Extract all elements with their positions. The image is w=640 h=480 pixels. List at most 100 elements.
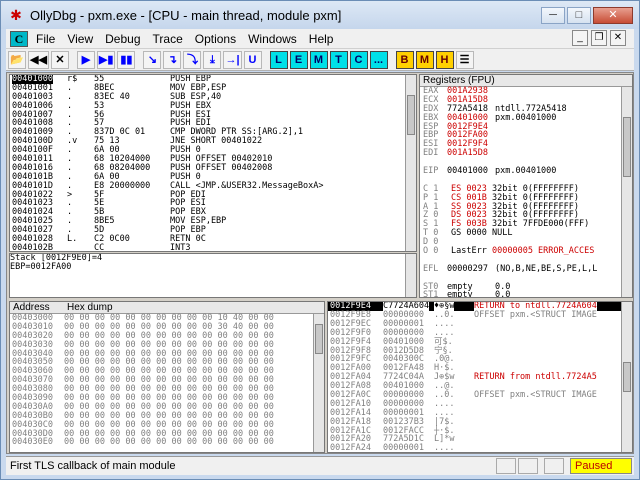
cpu-window: 00401000 r$ 55 PUSH EBP 00401001. 8BEC MOV EBP…: [6, 72, 634, 454]
threads-window-button[interactable]: T: [329, 50, 348, 69]
log-window-button[interactable]: L: [269, 50, 288, 69]
disasm-row[interactable]: 0040102B CC INT3: [10, 242, 416, 252]
execute-till-user-icon[interactable]: U: [243, 50, 262, 69]
register-row[interactable]: ST1 empty 0.0: [420, 290, 632, 298]
register-name: ST1: [423, 290, 439, 298]
disasm-mark: L.: [67, 234, 78, 245]
terminate-icon[interactable]: ✕: [50, 50, 69, 69]
menu-debug[interactable]: Debug: [105, 32, 140, 46]
register-row[interactable]: EDI 001A15D8: [420, 149, 632, 158]
stack-row[interactable]: 0012F9FC 0040300C .0@.: [328, 355, 632, 364]
menu-help[interactable]: Help: [309, 32, 334, 46]
menu-bar: C File View Debug Trace Options Windows …: [6, 29, 634, 49]
registers-pane[interactable]: Registers (FPU) EAX 001A2938 ECX 001A15D8 ED…: [419, 74, 633, 298]
stack-scrollbar[interactable]: [621, 302, 632, 452]
pause-icon[interactable]: ▮▮: [117, 50, 136, 69]
menu-windows[interactable]: Windows: [248, 32, 297, 46]
minimize-button[interactable]: ─: [541, 7, 565, 24]
info-line-ebp: EBP=0012FA00: [10, 261, 72, 272]
disassembly-pane[interactable]: 00401000 r$ 55 PUSH EBP 00401001. 8BEC MOV EBP…: [9, 74, 417, 252]
stack-row[interactable]: 0012F9F8 0012D5D8 宁§.: [328, 346, 632, 356]
stack-row[interactable]: 0012FA18 001237B3 |7$.: [328, 417, 632, 427]
mdi-restore-button[interactable]: ❐: [591, 30, 607, 46]
stack-row[interactable]: 0012F9EC 00000001....: [328, 319, 632, 329]
stack-row[interactable]: 0012F9F4 00401000 可$.: [328, 337, 632, 347]
info-scrollbar[interactable]: [405, 254, 416, 297]
memory-breakpoints-button[interactable]: M: [415, 50, 434, 69]
animate-over-icon[interactable]: ⤓: [203, 50, 222, 69]
animate-into-icon[interactable]: ⤵: [183, 50, 202, 69]
stack-pane[interactable]: 0012F9E4 C7724A604 ♦⊕§w RETURN to ntdll.…: [327, 301, 633, 453]
register-row[interactable]: EIP 00401000 pxm.00401000: [420, 167, 632, 176]
registers-header[interactable]: Registers (FPU): [420, 75, 495, 86]
cpu-window-icon[interactable]: C: [10, 30, 28, 47]
step-over-icon[interactable]: ↴: [163, 50, 182, 69]
maximize-button[interactable]: □: [567, 7, 591, 24]
memory-window-button[interactable]: M: [309, 50, 328, 69]
disasm-row[interactable]: 00401028 L. C2 0C00 RETN 0C: [10, 235, 416, 244]
register-comment: pxm.00401000: [495, 112, 557, 123]
register-name: EDI: [423, 148, 439, 159]
execute-till-return-icon[interactable]: →|: [223, 50, 242, 69]
disasm-address[interactable]: 0040102B: [12, 244, 53, 251]
dump-row[interactable]: 004030E0 00 00 00 00 00 00 00 00 00 00 00…: [10, 438, 324, 447]
open-file-icon[interactable]: 📂: [8, 50, 26, 69]
register-value[interactable]: GS 0000: [451, 229, 487, 238]
breakpoints-button[interactable]: B: [395, 50, 414, 69]
more-windows-button[interactable]: ...: [369, 50, 388, 69]
register-value[interactable]: 00000297: [447, 264, 488, 274]
modules-window-button[interactable]: E: [289, 50, 308, 69]
ollydbg-window: ✱ OllyDbg - pxm.exe - [CPU - main thread…: [0, 0, 640, 480]
register-value[interactable]: LastErr: [451, 247, 487, 256]
register-value[interactable]: 00401000: [447, 167, 488, 176]
dump-scrollbar[interactable]: [313, 314, 324, 452]
toolbar: 📂 ◀◀ ✕ ▶ ▶▮ ▮▮ ↘ ↴ ⤵ ⤓ →| U L E M T C ..…: [6, 49, 634, 71]
stack-row[interactable]: 0012FA0C 00000000 ..0. OFFSET pxm.<STRUCT I…: [328, 391, 632, 400]
title-bar[interactable]: ✱ OllyDbg - pxm.exe - [CPU - main thread…: [1, 1, 639, 29]
disassembly-scrollbar[interactable]: [405, 75, 416, 251]
list-icon[interactable]: ☰: [455, 50, 474, 69]
register-row[interactable]: T 0 GS 0000 NULL: [420, 229, 632, 238]
mdi-minimize-button[interactable]: _: [572, 30, 588, 46]
menu-options[interactable]: Options: [195, 32, 236, 46]
menu-view[interactable]: View: [67, 32, 93, 46]
stack-comment: RETURN from ntdll.7724A5: [474, 372, 597, 383]
restart-icon[interactable]: ◀◀: [28, 50, 49, 69]
dump-pane[interactable]: Address Hex dump 00403000 00 00 00 00 00 …: [9, 301, 325, 453]
register-row[interactable]: O 0 LastErr 00000005 ERROR_ACCES: [420, 247, 632, 256]
stack-row[interactable]: 0012FA14 00000001....: [328, 408, 632, 418]
dump-address[interactable]: 004030E0: [12, 438, 53, 447]
step-into-icon[interactable]: ↘: [143, 50, 162, 69]
cpu-window-button[interactable]: C: [349, 50, 368, 69]
stack-value: 00000001: [383, 443, 424, 453]
stack-row[interactable]: 0012FA10 00000000....: [328, 400, 632, 409]
register-value[interactable]: 001A15D8: [447, 149, 488, 158]
menu-trace[interactable]: Trace: [153, 32, 183, 46]
status-message: First TLS callback of main module: [10, 460, 176, 472]
menu-file[interactable]: File: [36, 32, 55, 46]
window-title: OllyDbg - pxm.exe - [CPU - main thread, …: [30, 7, 342, 23]
debugger-state-badge: Paused: [570, 458, 632, 474]
stack-row[interactable]: 0012FA24 00000001....: [328, 443, 632, 453]
run-icon[interactable]: ▶: [76, 50, 95, 69]
mdi-close-button[interactable]: ✕: [610, 30, 626, 46]
register-value[interactable]: empty: [447, 291, 473, 297]
register-row[interactable]: EFL 00000297 (NO,B,NE,BE,S,PE,L,L: [420, 263, 632, 274]
dump-column-address[interactable]: Address: [10, 302, 50, 313]
stack-row[interactable]: 0012FA1C 0012FACC ┼·$.: [328, 426, 632, 436]
hardware-breakpoints-button[interactable]: H: [435, 50, 454, 69]
disasm-hex: CC: [94, 242, 105, 252]
stack-row[interactable]: 0012FA04 7724C04A J⊕$w RETURN from ntdll.77…: [328, 373, 632, 382]
stack-row[interactable]: 0012F9F0 00000000....: [328, 328, 632, 338]
stack-address[interactable]: 0012FA24: [330, 444, 371, 452]
stack-comment: OFFSET pxm.<STRUCT IMAGE: [474, 310, 597, 320]
run-thread-icon[interactable]: ▶▮: [96, 50, 116, 69]
stack-row[interactable]: 0012FA20 772A5D1C L]*w: [328, 435, 632, 444]
register-comment: NULL: [492, 228, 513, 239]
close-button[interactable]: ✕: [593, 7, 633, 24]
stack-ascii: ....: [434, 443, 455, 453]
registers-scrollbar[interactable]: [621, 87, 632, 297]
stack-row[interactable]: 0012F9E8 00000000 ..0. OFFSET pxm.<STRUCT I…: [328, 311, 632, 320]
dump-column-hex[interactable]: Hex dump: [64, 302, 113, 313]
register-comment: (NO,B,NE,BE,S,PE,L,L: [495, 263, 598, 274]
